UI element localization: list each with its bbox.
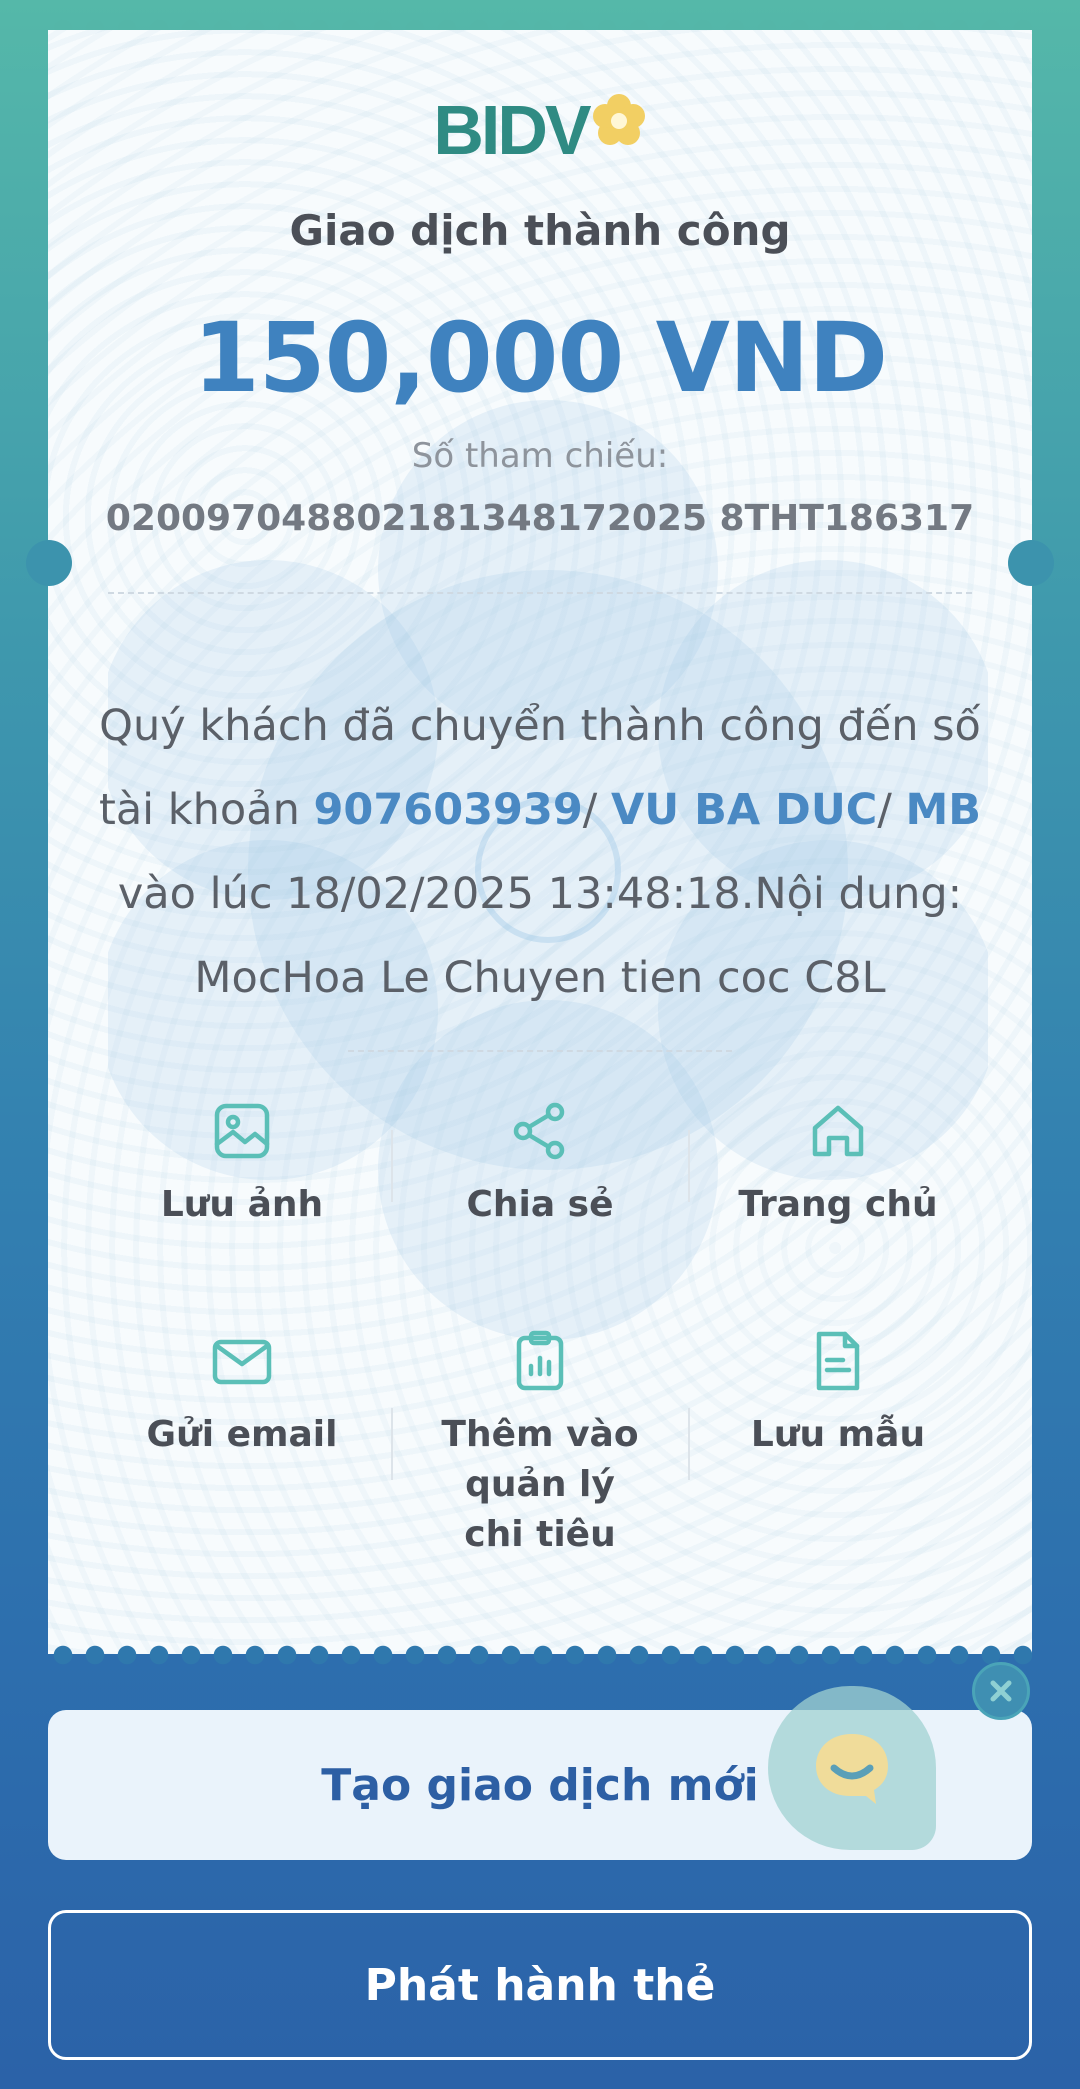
chat-assistant-button[interactable]: [768, 1686, 936, 1850]
action-label: Chia sẻ: [466, 1184, 614, 1225]
action-label: Lưu mẫu: [750, 1414, 926, 1455]
receipt-notch-right: [1008, 540, 1054, 586]
action-label: Lưu ảnh: [160, 1184, 324, 1225]
receipt-card: BIDV Giao dịch thành công 150,000 VND Số…: [48, 30, 1032, 1654]
transfer-message: Quý khách đã chuyển thành công đến số tà…: [88, 684, 992, 1020]
reference-number: 020097048802181348172025 8THT186317: [105, 498, 975, 539]
page-title: Giao dịch thành công: [289, 206, 791, 255]
clipboard-chart-icon: [516, 1330, 564, 1391]
recipient-name: VU BA DUC: [610, 785, 878, 835]
bidv-logo: BIDV: [48, 92, 1032, 168]
message-text: vào lúc 18/02/2025 13:48:18.Nội dung: Mo…: [117, 869, 963, 1003]
reference-label: Số tham chiếu:: [411, 436, 669, 476]
issue-card-button[interactable]: Phát hành thẻ: [48, 1910, 1032, 2060]
save-template-button[interactable]: Lưu mẫu: [688, 1330, 988, 1460]
add-expense-button[interactable]: Thêm vào quản lý chi tiêu: [390, 1330, 690, 1560]
logo-text: BIDV: [433, 91, 591, 169]
actions-grid: Lưu ảnh Chia sẻ Trang chủ Gửi email Thêm…: [48, 1100, 1032, 1580]
chat-smile-icon: [816, 1734, 888, 1804]
transaction-amount: 150,000 VND: [193, 302, 888, 414]
action-label: Gửi email: [146, 1414, 338, 1455]
save-image-button[interactable]: Lưu ảnh: [92, 1100, 392, 1230]
home-icon: [812, 1105, 864, 1157]
separator: /: [582, 785, 611, 835]
image-icon: [214, 1103, 270, 1159]
action-label: Thêm vào quản lý chi tiêu: [441, 1414, 639, 1555]
bank-name: MB: [905, 785, 982, 835]
share-icon: [513, 1102, 565, 1160]
separator: /: [877, 785, 906, 835]
account-number: 907603939: [313, 785, 583, 835]
mail-icon: [212, 1339, 272, 1385]
share-button[interactable]: Chia sẻ: [390, 1100, 690, 1230]
action-label: Trang chủ: [738, 1184, 938, 1225]
dashed-divider: [108, 592, 972, 594]
document-icon: [816, 1331, 860, 1391]
close-chat-button[interactable]: [972, 1662, 1030, 1720]
receipt-notch-left: [26, 540, 72, 586]
home-button[interactable]: Trang chủ: [688, 1100, 988, 1230]
send-email-button[interactable]: Gửi email: [92, 1330, 392, 1460]
flower-logo-icon: [592, 94, 645, 145]
dashed-divider-short: [348, 1050, 732, 1052]
receipt-bottom-edge: [48, 1640, 1032, 1670]
close-icon: [990, 1680, 1012, 1702]
